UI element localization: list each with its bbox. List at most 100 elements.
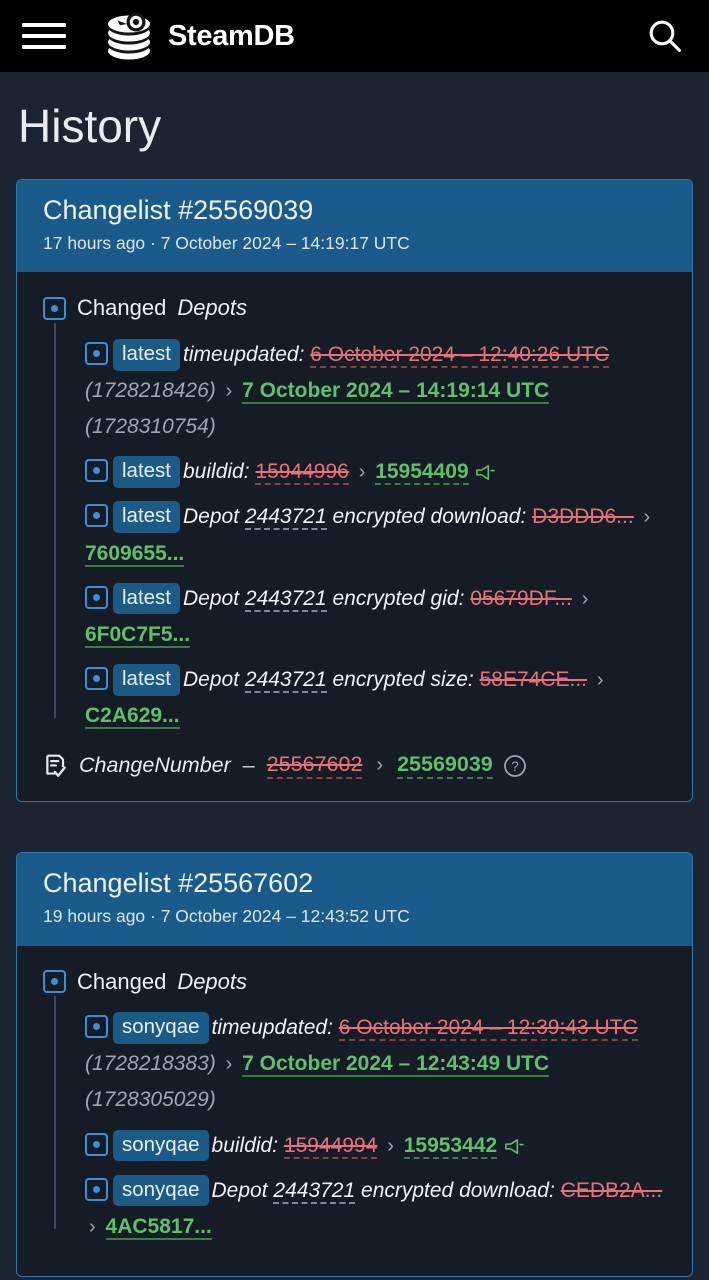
megaphone-icon[interactable] (474, 463, 496, 482)
change-arrow: › (225, 380, 233, 403)
change-row: sonyqae timeupdated: 6 October 2024 – 12:… (85, 1010, 674, 1118)
svg-text:?: ? (511, 759, 519, 774)
new-value: 7 October 2024 – 14:19:14 UTC (242, 379, 550, 405)
changelist-timestamp: 19 hours ago · 7 October 2024 – 12:43:52… (43, 905, 410, 926)
question-mark-icon[interactable]: ? (503, 754, 527, 778)
change-row: latest buildid: 15944996 › 15954409 (85, 454, 674, 490)
change-arrow: › (387, 1134, 394, 1157)
changelist-card: Changelist #25567602 19 hours ago · 7 Oc… (16, 852, 693, 1277)
page-content: History Changelist #25569039 17 hours ag… (0, 72, 709, 1280)
new-value: 15954409 (375, 460, 469, 486)
new-value: 15953442 (403, 1133, 498, 1159)
new-value: 6F0C7F5... (85, 622, 191, 648)
changenumber-new: 25569039 (397, 752, 493, 780)
old-value: CEDB2A... (560, 1178, 663, 1202)
changes-list: sonyqae timeupdated: 6 October 2024 – 12:… (54, 996, 674, 1245)
change-key-prefix: Depot (183, 505, 240, 529)
change-arrow: › (358, 461, 366, 484)
change-key-prefix: Depot (211, 1178, 268, 1202)
megaphone-icon[interactable] (503, 1137, 524, 1156)
changed-section: Changed Depots sonyqae timeupdated: 6 Oct… (43, 968, 674, 1245)
old-value: 6 October 2024 – 12:40:26 UTC (310, 342, 610, 368)
changelist-header[interactable]: Changelist #25569039 17 hours ago · 7 Oc… (17, 179, 692, 273)
changelist-timestamp: 17 hours ago · 7 October 2024 – 14:19:17… (43, 232, 410, 253)
change-key: buildid: (211, 1133, 279, 1157)
change-key: timeupdated: (211, 1016, 333, 1040)
section-heading: Changed Depots (43, 968, 674, 997)
change-key-suffix: encrypted download: (332, 505, 527, 529)
change-arrow: › (225, 1053, 233, 1076)
old-value: 05679DF... (470, 586, 572, 610)
change-key: timeupdated: (183, 342, 305, 366)
section-heading: Changed Depots (43, 294, 674, 323)
branch-badge[interactable]: sonyqae (113, 1012, 209, 1044)
hamburger-bar (22, 23, 66, 27)
change-dot-icon (85, 1132, 108, 1156)
changenumber-dash: – (242, 753, 255, 778)
changes-list: latest timeupdated: 6 October 2024 – 12:4… (54, 322, 674, 734)
branch-badge[interactable]: latest (113, 456, 180, 488)
change-key-prefix: Depot (183, 586, 240, 610)
old-raw-value: (1728218383) (85, 1052, 216, 1076)
changed-section: Changed Depots latest timeupdated: 6 Octo… (43, 294, 674, 734)
changelist-body: Changed Depots latest timeupdated: 6 Octo… (17, 272, 692, 802)
change-row: sonyqae Depot 2443721 encrypted download:… (85, 1173, 674, 1245)
branch-badge[interactable]: latest (113, 338, 180, 371)
change-row: latest timeupdated: 6 October 2024 – 12:4… (85, 337, 674, 445)
branch-badge[interactable]: sonyqae (113, 1174, 209, 1207)
steamdb-logo-icon (100, 11, 158, 61)
change-dot-icon (85, 585, 108, 609)
change-key-suffix: encrypted download: (361, 1178, 555, 1202)
change-key: buildid: (183, 460, 250, 484)
branch-badge[interactable]: sonyqae (113, 1129, 209, 1162)
changenumber-row: ChangeNumber – 25567602 › 25569039 ? (43, 752, 674, 780)
new-value: 7609655... (85, 541, 185, 567)
change-row: latest Depot 2443721 encrypted size: 58E7… (85, 662, 674, 734)
search-icon[interactable] (643, 14, 687, 58)
depot-id-link[interactable]: 2443721 (273, 1178, 356, 1204)
old-value: 6 October 2024 – 12:39:43 UTC (338, 1016, 638, 1042)
section-label-emphasis: Depots (177, 968, 248, 994)
hamburger-menu-icon[interactable] (22, 19, 66, 53)
new-value: 7 October 2024 – 12:43:49 UTC (242, 1052, 550, 1078)
change-key-prefix: Depot (183, 667, 240, 691)
change-dot-icon (85, 459, 108, 483)
new-raw-value: (1728310754) (85, 415, 216, 439)
top-navigation-bar: SteamDB (0, 0, 709, 72)
changelist-title[interactable]: Changelist #25567602 (43, 867, 666, 901)
hamburger-bar (22, 34, 66, 38)
new-value: C2A629... (85, 703, 180, 729)
branch-badge[interactable]: latest (113, 663, 180, 696)
branch-badge[interactable]: latest (113, 501, 180, 534)
new-raw-value: (1728305029) (85, 1088, 216, 1112)
changenumber-old: 25567602 (266, 752, 363, 780)
change-arrow: › (596, 668, 604, 691)
change-arrow: › (89, 1215, 96, 1238)
changelist-title[interactable]: Changelist #25569039 (43, 194, 666, 228)
old-value: D3DDD6... (532, 505, 634, 529)
change-dot-icon (85, 666, 108, 690)
change-row: sonyqae buildid: 15944994 › 15953442 (85, 1128, 674, 1164)
section-label-plain: Changed (77, 295, 167, 321)
change-dot-icon (43, 297, 66, 321)
change-arrow: › (643, 506, 651, 529)
branch-badge[interactable]: latest (113, 582, 180, 615)
depot-id-link[interactable]: 2443721 (244, 586, 327, 612)
page-title: History (18, 100, 162, 152)
depot-id-link[interactable]: 2443721 (244, 667, 327, 693)
depot-id-link[interactable]: 2443721 (244, 505, 327, 531)
old-value: 15944996 (255, 460, 349, 486)
change-dot-icon (43, 970, 66, 994)
change-arrow: › (376, 754, 384, 777)
changelist-body: Changed Depots sonyqae timeupdated: 6 Oct… (17, 945, 692, 1276)
brand-name: SteamDB (168, 19, 295, 52)
brand-home-link[interactable]: SteamDB (100, 11, 295, 61)
change-dot-icon (85, 504, 108, 528)
change-dot-icon (85, 341, 108, 365)
old-value: 58E74CE... (479, 667, 587, 691)
change-row: latest Depot 2443721 encrypted gid: 05679… (85, 581, 674, 653)
change-key-suffix: encrypted size: (332, 667, 474, 691)
section-label-emphasis: Depots (177, 295, 248, 321)
changelist-header[interactable]: Changelist #25567602 19 hours ago · 7 Oc… (17, 853, 692, 946)
change-dot-icon (85, 1015, 108, 1039)
